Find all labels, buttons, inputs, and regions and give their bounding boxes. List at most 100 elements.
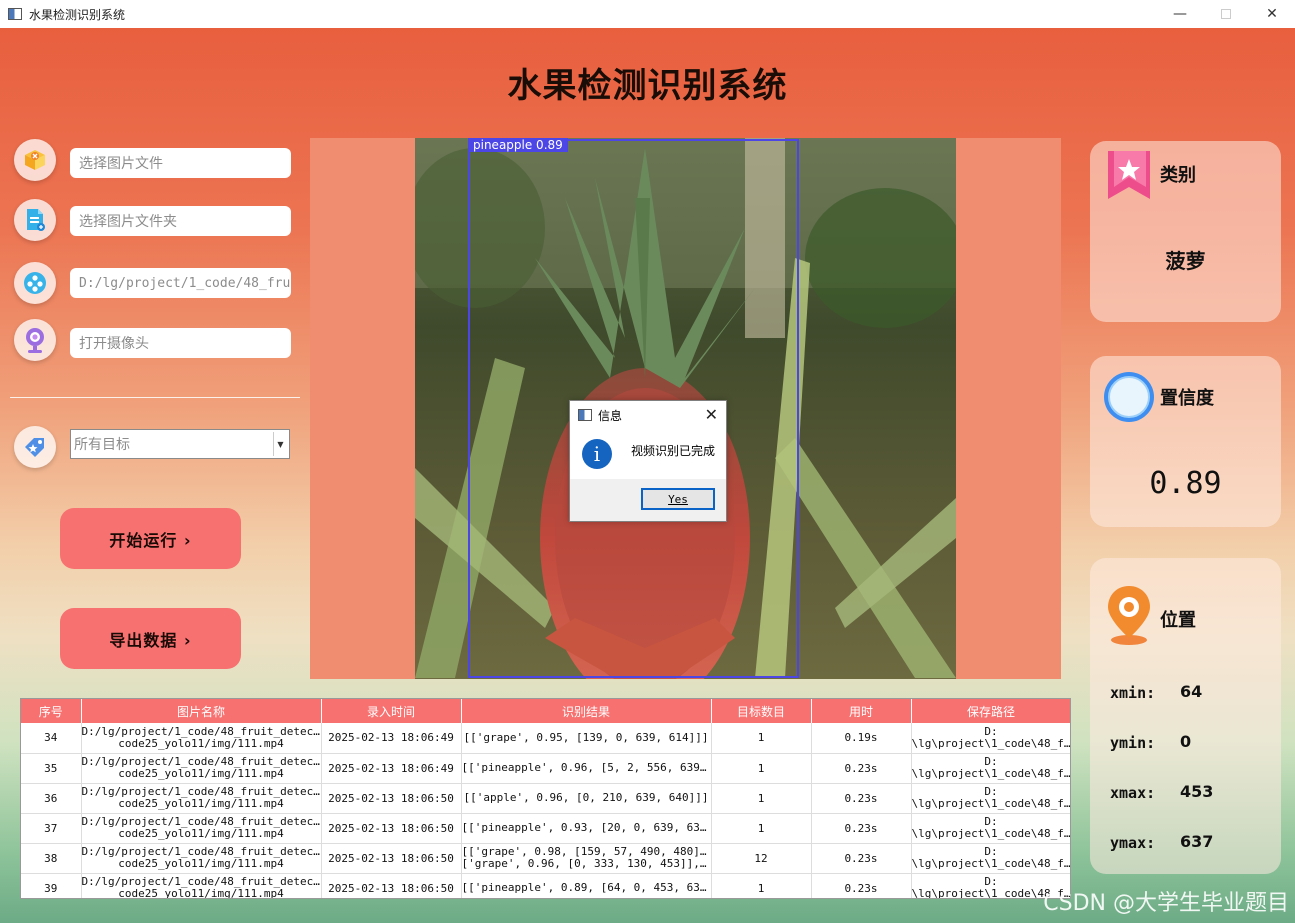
target-select[interactable]: 所有目标 ▼ (70, 429, 290, 459)
dialog-close-button[interactable]: ✕ (705, 405, 718, 424)
confidence-gauge-icon (1104, 372, 1154, 422)
col-header-elapsed[interactable]: 用时 (811, 699, 912, 723)
maximize-button[interactable] (1203, 0, 1249, 28)
cell-index: 34 (21, 723, 82, 754)
cell-result-line1: [['pineapple', 0.96, [5, 2, 556, 639]]] (461, 762, 711, 774)
image-folder-input[interactable]: 选择图片文件夹 (70, 206, 291, 236)
cell-image-name-line2: code25_yolo11/img/111.mp4 (118, 737, 284, 750)
table-row[interactable]: 36 D:/lg/project/1_code/48_fruit_detect/c… (21, 783, 1070, 814)
cell-entry-time: 2025-02-13 18:06:50 (321, 873, 462, 898)
ymax-row: ymax: 637 (1110, 832, 1213, 852)
start-run-button[interactable]: 开始运行 › (60, 508, 241, 569)
confidence-label: 置信度 (1160, 388, 1214, 409)
table-header-row: 序号 图片名称 录入时间 识别结果 目标数目 用时 保存路径 (21, 699, 1070, 723)
info-dialog: 信息 ✕ i 视频识别已完成 Yes (569, 400, 727, 522)
image-file-row (14, 139, 56, 181)
table-row[interactable]: 34 D:/lg/project/1_code/48_fruit_detect/c… (21, 723, 1070, 754)
cell-target-count: 1 (711, 723, 812, 754)
cell-save-path-line1: D: (984, 846, 998, 858)
image-file-input[interactable]: 选择图片文件 (70, 148, 291, 178)
dialog-title: 信息 (598, 408, 623, 423)
col-header-target-count[interactable]: 目标数目 (711, 699, 812, 723)
cell-image-name: D:/lg/project/1_code/48_fruit_detect/cod… (81, 753, 322, 784)
cell-image-name-line2: code25_yolo11/img/111.mp4 (118, 768, 284, 780)
cell-save-path: D: \lg\project\1_code\48_f… (911, 723, 1070, 754)
ymax-value: 637 (1180, 832, 1214, 851)
cell-result-line1: [['apple', 0.96, [0, 210, 639, 640]]] (463, 792, 709, 804)
cell-target-count: 1 (711, 783, 812, 814)
cell-result: [['pineapple', 0.96, [5, 2, 556, 639]]] (461, 753, 712, 784)
table-row[interactable]: 35 D:/lg/project/1_code/48_fruit_detect/c… (21, 753, 1071, 784)
cell-image-name-line1: D:/lg/project/1_code/48_fruit_detect/ (81, 816, 321, 828)
cell-entry-time: 2025-02-13 18:06:49 (321, 753, 462, 784)
cell-elapsed: 0.23s (811, 873, 912, 898)
camera-row (14, 319, 56, 361)
video-icon[interactable] (14, 262, 56, 304)
cell-image-name: D:/lg/project/1_code/48_fruit_detect/cod… (81, 723, 322, 754)
chevron-down-icon[interactable]: ▼ (273, 432, 287, 456)
sidebar-divider (10, 397, 300, 398)
maximize-icon (1221, 9, 1231, 19)
cell-image-name-line2: code25_yolo11/img/111.mp4 (118, 888, 284, 899)
cell-save-path-line1: D: (984, 725, 998, 738)
category-label: 类别 (1160, 165, 1196, 186)
category-card: 类别 菠萝 (1090, 141, 1281, 322)
results-table[interactable]: 序号 图片名称 录入时间 识别结果 目标数目 用时 保存路径 34 D:/lg/p… (20, 698, 1071, 899)
cell-elapsed: 0.23s (811, 843, 912, 874)
cell-image-name: D:/lg/project/1_code/48_fruit_detect/cod… (81, 783, 322, 814)
cell-index: 39 (21, 873, 82, 898)
export-data-button[interactable]: 导出数据 › (60, 608, 241, 669)
watermark: CSDN @大学生毕业题目 (1043, 891, 1289, 916)
cell-target-count: 12 (711, 843, 812, 874)
cell-elapsed: 0.19s (811, 723, 912, 754)
position-label: 位置 (1160, 610, 1196, 631)
table-row[interactable]: 39 D:/lg/project/1_code/48_fruit_detect/c… (21, 873, 1070, 899)
cell-save-path: D: \lg\project\1_code\48_f… (911, 753, 1071, 784)
close-window-button[interactable]: ✕ (1249, 0, 1295, 28)
cell-image-name-line1: D:/lg/project/1_code/48_fruit_detect/ (81, 786, 321, 798)
cell-result: [['pineapple', 0.93, [20, 0, 639, 638]]] (461, 813, 712, 844)
cell-result-line1: [['grape', 0.98, [159, 57, 490, 480]], (461, 846, 711, 858)
cell-save-path-line2: \lg\project\1_code\48_f… (911, 768, 1071, 780)
category-value: 菠萝 (1165, 249, 1206, 273)
image-file-icon[interactable] (14, 139, 56, 181)
video-row (14, 262, 56, 304)
col-header-save-path[interactable]: 保存路径 (911, 699, 1070, 723)
col-header-index[interactable]: 序号 (21, 699, 82, 723)
xmin-value: 64 (1180, 682, 1203, 701)
col-header-entry-time[interactable]: 录入时间 (321, 699, 462, 723)
info-icon: i (582, 439, 612, 469)
ymin-value: 0 (1180, 732, 1192, 751)
image-folder-row (14, 199, 56, 241)
cell-image-name-line1: D:/lg/project/1_code/48_fruit_detect/ (81, 876, 321, 888)
col-header-image-name[interactable]: 图片名称 (81, 699, 322, 723)
xmax-value: 453 (1180, 782, 1214, 801)
cell-image-name: D:/lg/project/1_code/48_fruit_detect/cod… (81, 813, 322, 844)
cell-entry-time: 2025-02-13 18:06:50 (321, 843, 462, 874)
dialog-titlebar: 信息 (570, 401, 726, 429)
xmin-row: xmin: 64 (1110, 682, 1202, 702)
app-window-icon (8, 8, 22, 20)
cell-result: [['grape', 0.95, [139, 0, 639, 614]]] (461, 723, 712, 754)
bookmark-star-icon (1108, 151, 1150, 199)
cell-image-name-line1: D:/lg/project/1_code/48_fruit_detect/ (81, 756, 321, 768)
xmax-row: xmax: 453 (1110, 782, 1213, 802)
table-row[interactable]: 37 D:/lg/project/1_code/48_fruit_detect/c… (21, 813, 1070, 844)
folder-icon[interactable] (14, 199, 56, 241)
cell-image-name: D:/lg/project/1_code/48_fruit_detect/cod… (81, 873, 322, 899)
cell-elapsed: 0.23s (811, 753, 912, 784)
xmin-label: xmin: (1110, 684, 1156, 702)
window-titlebar: 水果检测识别系统 — ✕ (0, 0, 1295, 28)
yes-button[interactable]: Yes (641, 488, 715, 510)
window-title: 水果检测识别系统 (29, 7, 126, 22)
cell-save-path: D: \lg\project\1_code\48_f… (911, 843, 1070, 874)
table-row[interactable]: 38 D:/lg/project/1_code/48_fruit_detect/c… (21, 843, 1070, 874)
camera-icon[interactable] (14, 319, 56, 361)
cell-entry-time: 2025-02-13 18:06:49 (321, 723, 462, 754)
cell-elapsed: 0.23s (811, 813, 912, 844)
location-pin-icon (1108, 586, 1150, 645)
minimize-button[interactable]: — (1157, 0, 1203, 28)
col-header-result[interactable]: 识别结果 (461, 699, 712, 723)
camera-input[interactable]: 打开摄像头 (70, 328, 291, 358)
video-path-input[interactable]: D:/lg/project/1_code/48_fruit_detect/cod… (70, 268, 291, 298)
